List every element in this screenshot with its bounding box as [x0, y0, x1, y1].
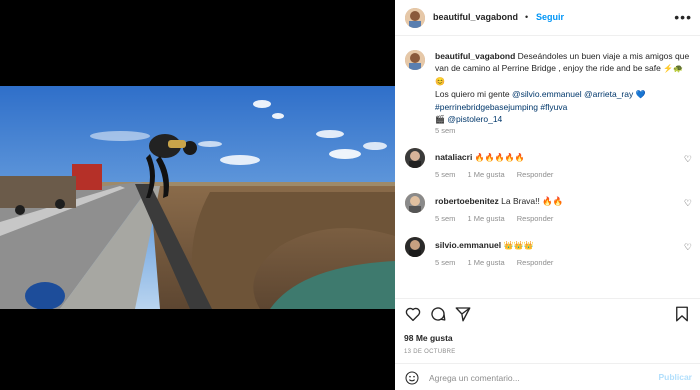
mention-link[interactable]: @pistolero_14 — [447, 114, 502, 124]
comment-likes[interactable]: 1 Me gusta — [468, 170, 505, 179]
caption-heart: 💙 — [635, 90, 646, 99]
post-actions: 98 Me gusta 13 DE OCTUBRE Publicar — [395, 298, 700, 390]
share-send-icon[interactable] — [454, 305, 472, 323]
caption-emoji-1: ⚡🐢 — [663, 64, 684, 73]
comment-avatar[interactable] — [405, 148, 425, 168]
comment-time[interactable]: 5 sem — [435, 214, 455, 223]
comment-likes[interactable]: 1 Me gusta — [468, 214, 505, 223]
comment-text: silvio.emmanuel 👑👑👑 — [435, 239, 665, 252]
comment-time[interactable]: 5 sem — [435, 258, 455, 267]
comment-meta: 5 sem 1 Me gusta Responder — [435, 258, 563, 267]
comment-avatar[interactable] — [405, 193, 425, 213]
comment-user[interactable]: silvio.emmanuel — [435, 240, 501, 250]
emoji-picker-icon[interactable] — [404, 370, 420, 386]
more-options-icon[interactable]: ••• — [674, 9, 692, 25]
comment-body: La Brava!! 🔥🔥 — [501, 196, 564, 206]
follow-button[interactable]: Seguir — [536, 12, 564, 22]
post-date[interactable]: 13 DE OCTUBRE — [404, 349, 456, 355]
caption-meta: 5 sem — [435, 126, 465, 135]
comment-meta: 5 sem 1 Me gusta Responder — [435, 170, 563, 179]
comment-likes[interactable]: 1 Me gusta — [468, 258, 505, 267]
caption-author-avatar[interactable] — [405, 50, 425, 70]
author-avatar[interactable] — [405, 8, 425, 28]
comment-input[interactable] — [429, 370, 629, 386]
like-heart-icon[interactable] — [404, 305, 422, 323]
caption-text: beautiful_vagabond Deseándoles un buen v… — [435, 50, 693, 126]
caption-line-2: van de camino al Perrine Bridge , enjoy … — [435, 63, 661, 73]
post-header: beautiful_vagabond • Seguir ••• — [395, 0, 700, 36]
save-bookmark-icon[interactable] — [673, 305, 691, 323]
comment-body: 👑👑👑 — [503, 241, 534, 250]
comment-text: robertoebenitez La Brava!! 🔥🔥 — [435, 195, 665, 207]
header-separator: • — [525, 12, 529, 22]
comment-time[interactable]: 5 sem — [435, 170, 455, 179]
caption-author[interactable]: beautiful_vagabond — [435, 51, 515, 61]
caption-emoji-2: 😊 — [435, 77, 445, 86]
author-username[interactable]: beautiful_vagabond — [433, 12, 518, 22]
hashtag-links[interactable]: #perrinebridgebasejumping #flyuva — [435, 102, 567, 112]
comments-list: beautiful_vagabond Deseándoles un buen v… — [395, 36, 700, 298]
comment-meta: 5 sem 1 Me gusta Responder — [435, 214, 563, 223]
publish-button[interactable]: Publicar — [658, 372, 692, 382]
mention-link[interactable]: @silvio.emmanuel — [512, 89, 582, 99]
reply-button[interactable]: Responder — [517, 214, 554, 223]
add-comment-bar: Publicar — [395, 363, 700, 390]
caption-line-3: Los quiero mi gente — [435, 89, 513, 99]
caption-clapper: 🎬 — [435, 115, 445, 124]
mention-link[interactable]: @arrieta_ray — [584, 89, 633, 99]
comment-like-icon[interactable]: ♡ — [684, 242, 692, 253]
post-side-panel: beautiful_vagabond • Seguir ••• beautifu… — [395, 0, 700, 390]
comment-user[interactable]: robertoebenitez — [435, 196, 499, 206]
comment-like-icon[interactable]: ♡ — [684, 154, 692, 165]
comment-user[interactable]: nataliacri — [435, 152, 472, 162]
reply-button[interactable]: Responder — [517, 170, 554, 179]
reply-button[interactable]: Responder — [517, 258, 554, 267]
comment-avatar[interactable] — [405, 237, 425, 257]
post-photo[interactable] — [0, 86, 395, 309]
caption-line-1: Deseándoles un buen viaje a mis amigos q… — [517, 51, 690, 61]
comment-body: 🔥🔥🔥🔥🔥 — [474, 153, 525, 162]
comment-like-icon[interactable]: ♡ — [684, 198, 692, 209]
comment-bubble-icon[interactable] — [429, 305, 447, 323]
comment-text: nataliacri 🔥🔥🔥🔥🔥 — [435, 151, 665, 164]
caption-time[interactable]: 5 sem — [435, 126, 455, 135]
post-media[interactable] — [0, 0, 395, 390]
likes-count[interactable]: 98 Me gusta — [404, 333, 453, 343]
